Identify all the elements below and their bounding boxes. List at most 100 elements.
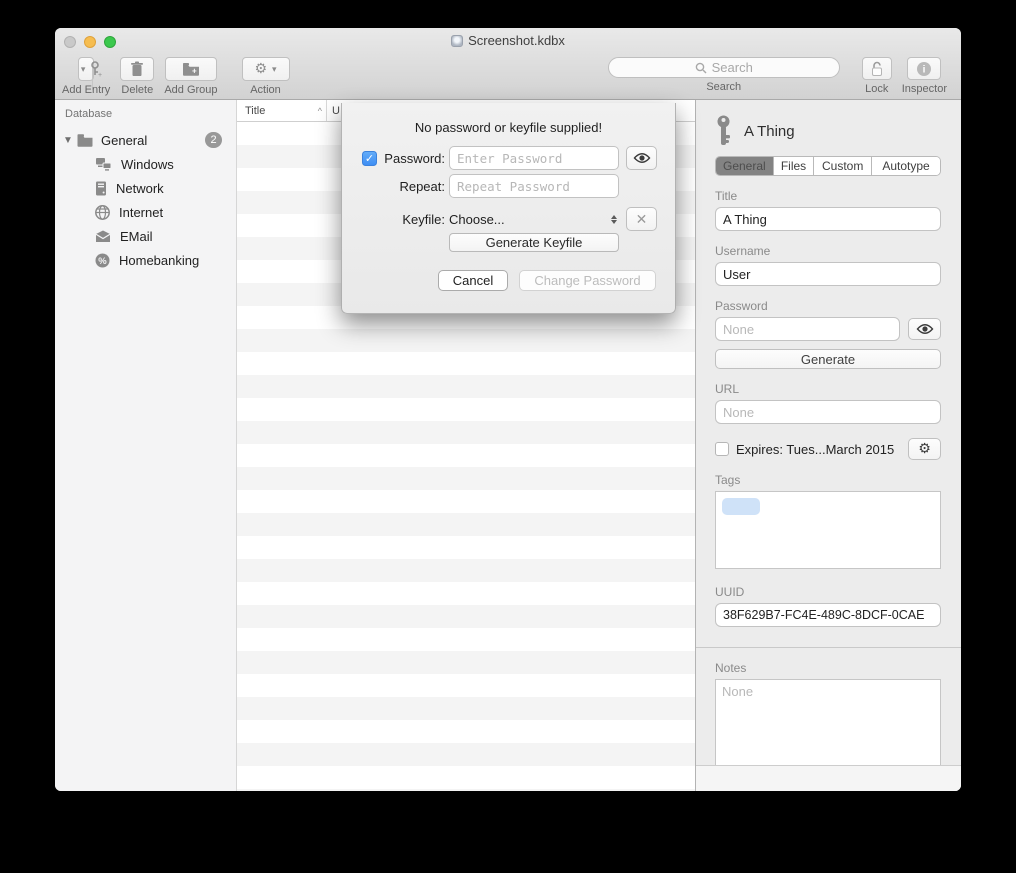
sort-ascending-icon: ^ <box>318 106 322 116</box>
generate-password-button[interactable]: Generate <box>715 349 941 369</box>
search-group: Search Search <box>608 57 840 93</box>
delete-button[interactable] <box>120 57 154 81</box>
column-header-username[interactable]: U <box>327 105 340 117</box>
sidebar-item-homebanking[interactable]: % Homebanking <box>55 248 236 272</box>
notes-field[interactable] <box>715 679 941 770</box>
username-label: Username <box>715 244 941 258</box>
title-field[interactable] <box>715 207 941 231</box>
toolbar: + ▾ Add Entry Delete + Add Group <box>55 52 961 100</box>
search-icon <box>695 62 707 74</box>
sidebar-header: Database <box>55 108 236 120</box>
group-label: General <box>101 133 147 148</box>
group-label: Windows <box>121 157 174 172</box>
sidebar-item-network[interactable]: Network <box>55 176 236 200</box>
document-proxy-icon <box>451 35 463 47</box>
uuid-field[interactable] <box>715 603 941 627</box>
sidebar-item-email[interactable]: EMail <box>55 224 236 248</box>
add-entry-button[interactable]: + ▾ <box>78 57 95 81</box>
svg-text:i: i <box>923 64 926 75</box>
password-row: ✓ Password: <box>342 145 675 171</box>
tab-autotype[interactable]: Autotype <box>872 157 940 175</box>
add-group-button[interactable]: + <box>165 57 217 81</box>
column-title-label: Title <box>245 105 265 117</box>
lock-button[interactable] <box>862 57 892 80</box>
repeat-password-field[interactable] <box>449 174 619 198</box>
inspector-bottom-bar <box>696 765 961 791</box>
password-field[interactable] <box>715 317 900 341</box>
change-password-button[interactable]: Change Password <box>519 270 656 291</box>
enter-password-field[interactable] <box>449 146 619 170</box>
title-label: Title <box>715 189 941 203</box>
window-chrome: Screenshot.kdbx + ▾ Add Entry Delete <box>55 28 961 100</box>
username-field[interactable] <box>715 262 941 286</box>
keyfile-row: Keyfile: Choose... ✕ <box>342 206 675 232</box>
window-title-area: Screenshot.kdbx <box>55 33 961 48</box>
entry-header: A Thing <box>715 110 941 152</box>
inspector-tabs: General Files Custom Autotype <box>715 156 941 176</box>
app-window: Screenshot.kdbx + ▾ Add Entry Delete <box>55 28 961 791</box>
search-input[interactable]: Search <box>608 57 840 78</box>
password-checkbox[interactable]: ✓ <box>362 151 377 166</box>
generate-keyfile-button[interactable]: Generate Keyfile <box>449 233 619 252</box>
tab-general[interactable]: General <box>716 157 774 175</box>
keyfile-value: Choose... <box>449 212 505 227</box>
sidebar-item-general[interactable]: ▼ General 2 <box>55 128 236 152</box>
sidebar: Database ▼ General 2 Windows Network Int… <box>55 100 237 791</box>
add-group-group: + Add Group <box>164 57 217 96</box>
column-username-label: U <box>332 105 340 117</box>
globe-icon <box>95 205 110 220</box>
group-label: Internet <box>119 205 163 220</box>
popup-stepper-icon <box>611 215 619 224</box>
disclosure-triangle-icon[interactable]: ▼ <box>63 135 77 146</box>
percent-icon: % <box>95 253 110 268</box>
tags-field[interactable] <box>715 491 941 569</box>
inspector-button[interactable]: i <box>907 57 941 80</box>
add-group-label: Add Group <box>164 84 217 96</box>
eye-icon <box>633 152 651 164</box>
action-button[interactable]: ⚙ ▾ <box>242 57 290 81</box>
sidebar-item-internet[interactable]: Internet <box>55 200 236 224</box>
lock-group: Lock <box>862 57 892 95</box>
chevron-down-icon: ▾ <box>272 64 277 75</box>
tab-files[interactable]: Files <box>774 157 815 175</box>
lock-label: Lock <box>865 83 888 95</box>
window-title: Screenshot.kdbx <box>468 33 565 48</box>
expires-settings-button[interactable]: ⚙ <box>908 438 941 460</box>
tags-label: Tags <box>715 473 941 487</box>
column-header-title[interactable]: Title ^ <box>237 100 327 121</box>
add-entry-label: Add Entry <box>62 84 110 96</box>
action-label: Action <box>250 84 281 96</box>
inspector-panel: A Thing General Files Custom Autotype Ti… <box>695 100 961 791</box>
expires-checkbox[interactable] <box>715 442 729 456</box>
unlock-icon <box>870 61 884 77</box>
delete-group: Delete <box>120 57 154 96</box>
sheet-message: No password or keyfile supplied! <box>342 120 675 135</box>
cancel-button[interactable]: Cancel <box>438 270 508 291</box>
folder-icon <box>77 134 93 147</box>
gear-icon: ⚙ <box>918 441 931 457</box>
password-label: Password: <box>380 151 445 166</box>
info-icon: i <box>916 61 932 77</box>
show-password-button[interactable] <box>626 146 657 170</box>
search-placeholder: Search <box>712 60 753 75</box>
clear-keyfile-button[interactable]: ✕ <box>626 207 657 231</box>
svg-text:+: + <box>192 67 197 76</box>
expires-row: Expires: Tues...March 2015 ⚙ <box>715 438 941 460</box>
delete-label: Delete <box>121 84 153 96</box>
sidebar-item-windows[interactable]: Windows <box>55 152 236 176</box>
tag-chip[interactable] <box>722 498 760 515</box>
keyfile-popup[interactable]: Choose... <box>449 207 619 231</box>
inspector-label: Inspector <box>902 83 947 95</box>
change-password-sheet: No password or keyfile supplied! ✓ Passw… <box>341 103 676 314</box>
show-password-button[interactable] <box>908 318 941 340</box>
folder-plus-icon: + <box>182 62 200 76</box>
chevron-down-icon[interactable]: ▾ <box>73 58 94 80</box>
add-entry-group: + ▾ Add Entry <box>62 57 110 96</box>
action-group: ⚙ ▾ Action <box>242 57 290 96</box>
server-icon <box>95 181 107 196</box>
repeat-row: Repeat: <box>342 173 675 199</box>
expires-label: Expires: Tues...March 2015 <box>736 442 901 457</box>
url-field[interactable] <box>715 400 941 424</box>
envelope-icon <box>95 230 111 243</box>
tab-custom[interactable]: Custom <box>814 157 872 175</box>
